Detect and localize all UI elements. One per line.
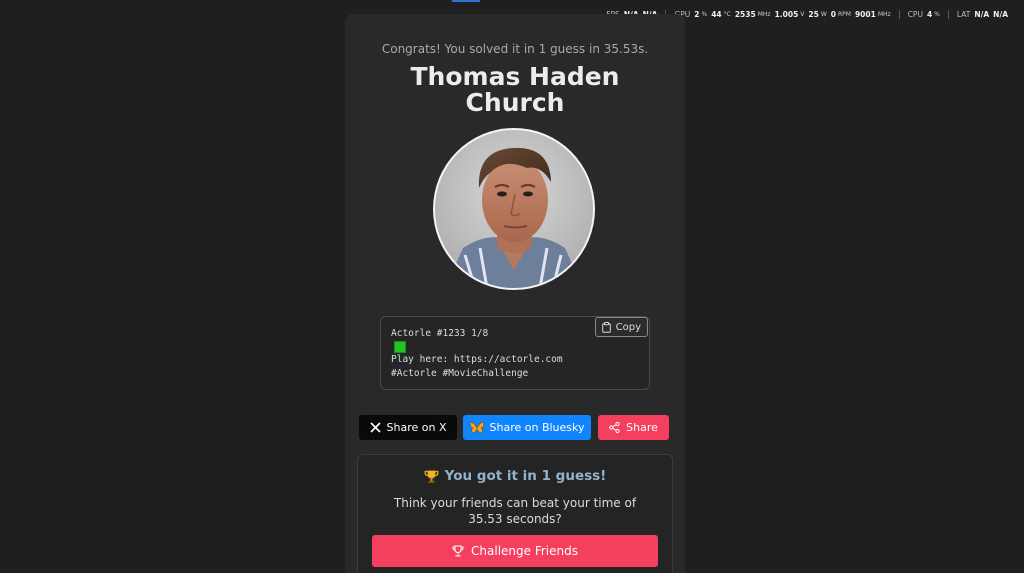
x-logo-icon bbox=[369, 422, 381, 433]
lat-label: LAT bbox=[956, 10, 971, 19]
gpu-clock: 2535 bbox=[734, 10, 756, 19]
gpu-temp: 44 bbox=[711, 10, 722, 19]
gpu-fan: 0 bbox=[830, 10, 836, 19]
actor-photo-frame bbox=[433, 128, 595, 290]
gpu-load-unit: % bbox=[701, 11, 708, 18]
copy-button-label: Copy bbox=[615, 321, 641, 333]
share-on-x-label: Share on X bbox=[386, 421, 447, 434]
share-line-puzzle: Actorle #1233 1/8 bbox=[391, 328, 489, 339]
actor-photo bbox=[435, 130, 593, 288]
copy-button[interactable]: Copy bbox=[594, 317, 648, 337]
top-accent-bar bbox=[452, 0, 480, 2]
gpu-group: GPU 2% 44 °C 2535 MHz 1.005 V 25 W 0 RPM 9001… bbox=[665, 10, 898, 19]
congrats-message: Congrats! You solved it in 1 guess in 35… bbox=[381, 42, 649, 56]
cpu-load-unit: % bbox=[934, 11, 940, 18]
share-line-hashtags: #Actorle #MovieChallenge bbox=[391, 368, 529, 379]
share-on-bluesky-button[interactable]: Share on Bluesky bbox=[463, 415, 591, 440]
gpu-power: 25 bbox=[808, 10, 819, 19]
clipboard-icon bbox=[601, 321, 611, 333]
gpu-volt-unit: V bbox=[800, 11, 805, 18]
challenge-title-text: You got it in 1 guess! bbox=[444, 468, 607, 484]
result-card: Congrats! You solved it in 1 guess in 35… bbox=[345, 14, 685, 573]
challenge-description: Think your friends can beat your time of… bbox=[393, 496, 637, 526]
share-button-label: Share bbox=[626, 421, 658, 434]
share-on-bluesky-label: Share on Bluesky bbox=[489, 421, 585, 434]
cpu-load: 4 bbox=[926, 10, 933, 19]
challenge-panel: You got it in 1 guess! Think your friend… bbox=[357, 454, 673, 573]
trophy-icon bbox=[424, 469, 439, 483]
green-square-icon bbox=[394, 341, 406, 353]
cpu-label: CPU bbox=[907, 10, 923, 19]
challenge-friends-label: Challenge Friends bbox=[471, 544, 578, 558]
challenge-title: You got it in 1 guess! bbox=[358, 468, 672, 484]
lat-value-2: N/A bbox=[993, 10, 1008, 19]
gpu-clock-unit: MHz bbox=[757, 11, 771, 18]
gpu-mem-clock: 9001 bbox=[854, 10, 876, 19]
share-on-x-button[interactable]: Share on X bbox=[359, 415, 457, 440]
cpu-group: CPU 4% bbox=[898, 10, 948, 19]
challenge-friends-button[interactable]: Challenge Friends bbox=[372, 535, 658, 567]
share-nodes-icon bbox=[609, 422, 620, 433]
gpu-power-unit: W bbox=[820, 11, 827, 18]
lat-value: N/A bbox=[974, 10, 990, 19]
butterfly-icon bbox=[469, 421, 484, 433]
gpu-mem-clock-unit: MHz bbox=[877, 11, 891, 18]
gpu-fan-unit: RPM bbox=[838, 11, 851, 18]
page: FPS N/A N/A GPU 2% 44°C 2535MHz 1.005V 2… bbox=[0, 0, 1024, 573]
actor-name: Thomas Haden Church bbox=[410, 62, 620, 117]
gpu-load: 2 bbox=[694, 10, 700, 19]
lat-group: LAT N/A N/A bbox=[947, 10, 1016, 19]
actor-portrait-image bbox=[435, 130, 593, 288]
share-button[interactable]: Share bbox=[598, 415, 669, 440]
share-line-url: Play here: https://actorle.com bbox=[391, 354, 563, 365]
gpu-volt: 1.005 bbox=[774, 10, 799, 19]
trophy-outline-icon bbox=[452, 545, 464, 557]
gpu-temp-unit: °C bbox=[723, 11, 731, 18]
share-text-box: Actorle #1233 1/8 Play here: https://act… bbox=[380, 316, 650, 390]
